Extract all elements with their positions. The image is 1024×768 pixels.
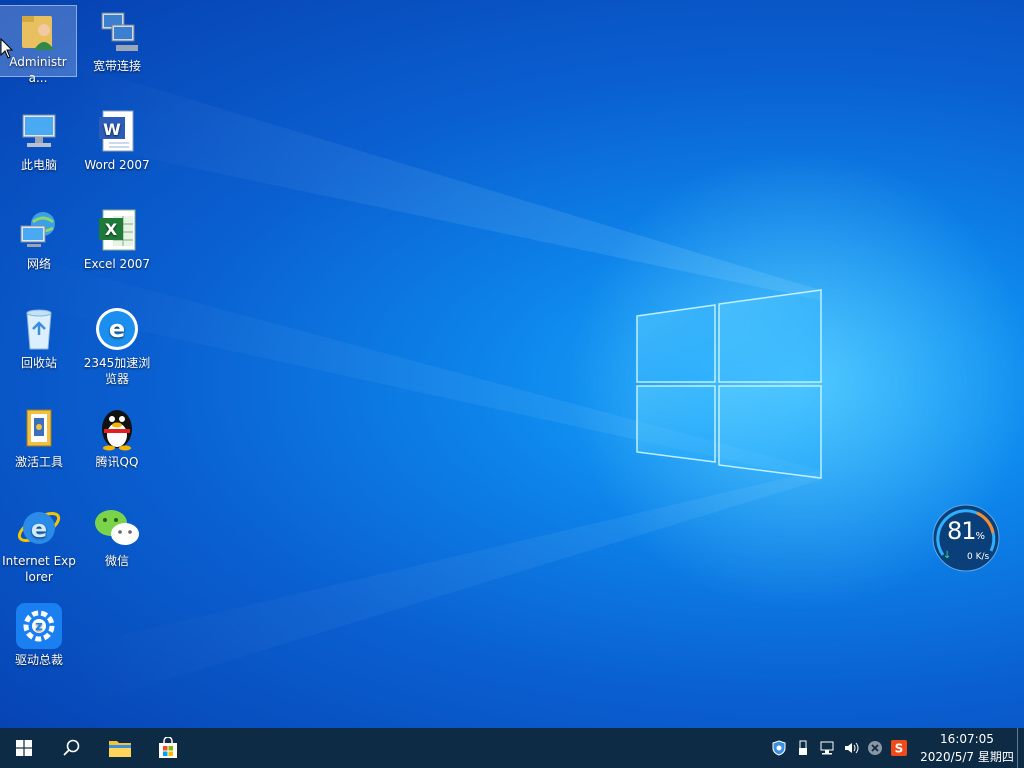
file-explorer-button[interactable] — [96, 728, 144, 768]
usage-gauge-widget[interactable]: 81% ↓ 0 K/s — [931, 503, 1001, 573]
download-arrow-icon: ↓ — [943, 550, 952, 561]
excel-icon: X — [93, 206, 141, 254]
icon-label: 驱动总裁 — [14, 653, 63, 667]
icon-label: Excel 2007 — [83, 257, 151, 271]
mouse-cursor-icon — [0, 38, 14, 59]
windows-logo — [636, 289, 822, 479]
windows-start-icon — [16, 740, 32, 756]
desktop-icon-activation[interactable]: 激活工具 — [1, 402, 77, 470]
icon-label: 宽带连接 — [92, 59, 141, 73]
qq-penguin-icon — [93, 404, 141, 452]
icon-label: 网络 — [26, 257, 51, 271]
close-circle-icon[interactable] — [863, 728, 887, 768]
desktop-icon-this-pc[interactable]: 此电脑 — [1, 105, 77, 173]
desktop-icon-wechat[interactable]: 微信 — [79, 501, 155, 569]
icon-label: Internet Explorer — [2, 554, 76, 584]
svg-text:W: W — [103, 120, 121, 139]
search-icon — [63, 739, 80, 756]
store-bag-icon — [159, 737, 177, 758]
user-folder-icon — [14, 8, 62, 52]
search-button[interactable] — [48, 728, 96, 768]
desktop-icon-driver[interactable]: Z 驱动总裁 — [1, 600, 77, 668]
taskbar: S 16:07:05 2020/5/7 星期四 — [0, 728, 1024, 768]
volume-icon[interactable] — [839, 728, 863, 768]
desktop-icon-excel[interactable]: X Excel 2007 — [79, 204, 155, 272]
svg-text:X: X — [105, 220, 118, 239]
desktop-icon-ie[interactable]: e Internet Explorer — [1, 501, 77, 585]
security-shield-icon[interactable] — [767, 728, 791, 768]
icon-label: 此电脑 — [20, 158, 57, 172]
computer-icon — [15, 107, 63, 155]
icon-label: 回收站 — [20, 356, 57, 370]
desktop-icon-qq[interactable]: 腾讯QQ — [79, 402, 155, 470]
gauge-speed: 0 K/s — [967, 552, 990, 562]
gauge-percent: 81% — [946, 517, 986, 545]
svg-text:S: S — [895, 742, 904, 756]
taskbar-clock[interactable]: 16:07:05 2020/5/7 星期四 — [919, 730, 1015, 766]
activation-tool-icon — [15, 404, 63, 452]
show-desktop-button[interactable] — [1017, 728, 1024, 768]
driver-gear-icon: Z — [15, 602, 63, 650]
desktop-icon-recycle-bin[interactable]: 回收站 — [1, 303, 77, 371]
word-icon: W — [93, 107, 141, 155]
svg-text:e: e — [31, 515, 47, 543]
recycle-bin-icon — [15, 305, 63, 353]
wechat-icon — [93, 503, 141, 551]
icon-label: 激活工具 — [14, 455, 63, 469]
sogou-input-icon[interactable]: S — [887, 728, 911, 768]
desktop-icon-network[interactable]: 网络 — [1, 204, 77, 272]
icon-label: 腾讯QQ — [95, 455, 139, 469]
network-computers-icon — [93, 8, 141, 56]
browser-e-icon: e — [93, 305, 141, 353]
svg-text:Z: Z — [35, 622, 42, 633]
desktop-icon-browser-2345[interactable]: e 2345加速浏览器 — [79, 303, 155, 387]
clock-time: 16:07:05 — [940, 732, 994, 746]
svg-text:e: e — [109, 315, 125, 343]
folder-icon — [109, 741, 131, 757]
system-tray: S 16:07:05 2020/5/7 星期四 — [767, 728, 1024, 768]
start-button[interactable] — [0, 728, 48, 768]
usb-icon[interactable] — [791, 728, 815, 768]
desktop-icon-broadband[interactable]: 宽带连接 — [79, 6, 155, 74]
store-button[interactable] — [144, 728, 192, 768]
clock-date: 2020/5/7 星期四 — [920, 750, 1014, 764]
icon-label: Word 2007 — [84, 158, 150, 172]
desktop-icon-word[interactable]: W Word 2007 — [79, 105, 155, 173]
icon-label: 微信 — [104, 554, 129, 568]
icon-label: 2345加速浏览器 — [83, 356, 151, 386]
network-icon[interactable] — [815, 728, 839, 768]
network-globe-icon — [15, 206, 63, 254]
internet-explorer-icon: e — [15, 503, 63, 551]
